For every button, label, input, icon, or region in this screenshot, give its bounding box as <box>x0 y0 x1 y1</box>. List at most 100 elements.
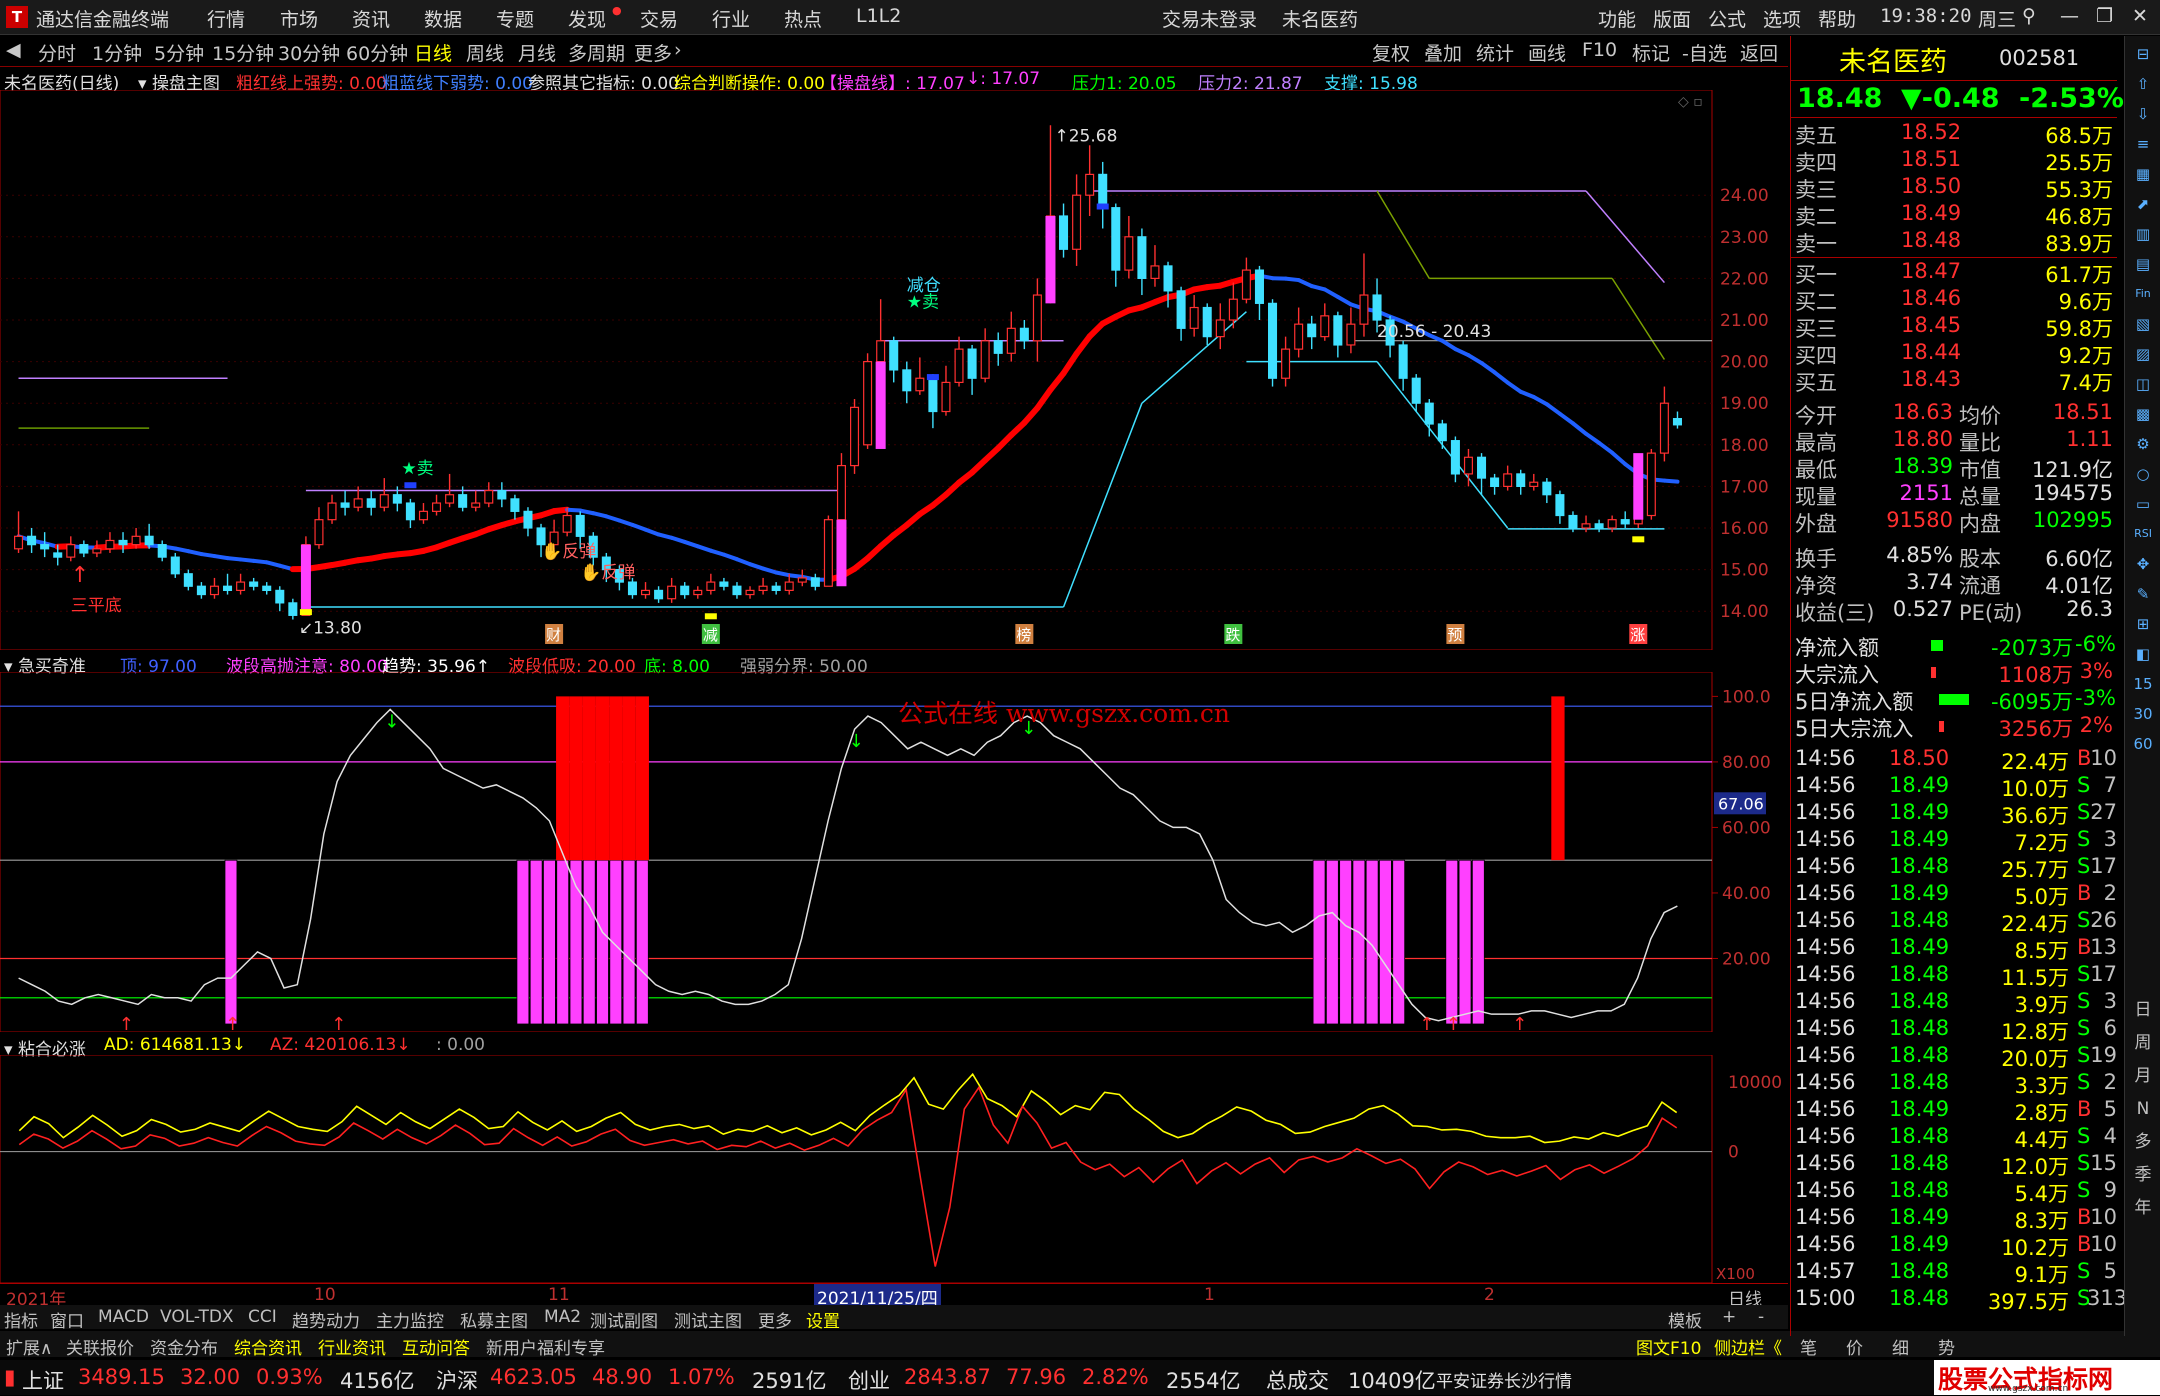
period-more[interactable]: 更多 <box>634 39 672 66</box>
period-weekly[interactable]: 周线 <box>466 39 504 66</box>
index-hs-name[interactable]: 沪深 <box>436 1365 478 1395</box>
btn-fanhui[interactable]: 返回 <box>1740 39 1778 66</box>
left-arrow-icon[interactable]: ◀ <box>6 39 21 61</box>
tab-guanlian[interactable]: 关联报价 <box>66 1334 134 1359</box>
btn-diejia[interactable]: 叠加 <box>1424 39 1462 66</box>
tab-xinyonghu[interactable]: 新用户福利专享 <box>486 1334 605 1359</box>
btn-muban[interactable]: 模板 <box>1668 1307 1702 1332</box>
rect-icon[interactable]: ▭ <box>2131 492 2155 516</box>
chevron-right-icon[interactable]: › <box>674 39 682 61</box>
index-sh-name[interactable]: 上证 <box>22 1365 64 1395</box>
menu-gongshi[interactable]: 公式 <box>1708 5 1746 32</box>
tab-xi[interactable]: 细 <box>1892 1334 1909 1359</box>
menu-shichang[interactable]: 市场 <box>280 5 318 32</box>
menu-xuanxiang[interactable]: 选项 <box>1763 5 1801 32</box>
login-status[interactable]: 交易未登录 <box>1162 5 1257 32</box>
tab-qushi[interactable]: 趋势动力 <box>292 1307 360 1332</box>
tab-ceshi-zhu[interactable]: 测试主图 <box>674 1307 742 1332</box>
tab-zonghe[interactable]: 综合资讯 <box>234 1334 302 1359</box>
side-period-tab[interactable]: N <box>2131 1097 2155 1121</box>
indicator1-chart[interactable]: 100.080.0060.0040.0020.00↑↑↑↑↑↑↓↓↓公式在线 w… <box>0 672 1790 1032</box>
period-fenshi[interactable]: 分时 <box>38 39 76 66</box>
settings-icon[interactable]: ⚙ <box>2131 432 2155 456</box>
tab-hudong[interactable]: 互动问答 <box>402 1334 470 1359</box>
move-icon[interactable]: ✥ <box>2131 552 2155 576</box>
pen-icon[interactable]: ✎ <box>2131 582 2155 606</box>
btn-fuquan[interactable]: 复权 <box>1372 39 1410 66</box>
down-icon[interactable]: ⇩ <box>2131 102 2155 126</box>
period-60min[interactable]: 60分钟 <box>346 39 408 66</box>
list-icon[interactable]: ≡ <box>2131 132 2155 156</box>
tab-ma2[interactable]: MA2 <box>544 1307 581 1327</box>
tab-zhibiao[interactable]: 指标 <box>4 1307 38 1332</box>
side-period-tab[interactable]: 年 <box>2131 1196 2155 1220</box>
tab-vol-tdx[interactable]: VOL-TDX <box>160 1307 234 1327</box>
side-period-tab[interactable]: 周 <box>2131 1031 2155 1055</box>
menu-zhuanti[interactable]: 专题 <box>496 5 534 32</box>
btn-plus[interactable]: + <box>1722 1307 1736 1327</box>
btn-biaoji[interactable]: 标记 <box>1632 39 1670 66</box>
period-1min[interactable]: 1分钟 <box>92 39 142 66</box>
tab-ceshi-fu[interactable]: 测试副图 <box>590 1307 658 1332</box>
period-15-icon[interactable]: 15 <box>2131 672 2155 696</box>
candlestick-chart[interactable]: 24.0023.0022.0021.0020.0019.0018.0017.00… <box>0 90 1790 650</box>
tab-shi[interactable]: 势 <box>1938 1334 1955 1359</box>
grid-icon[interactable]: ▦ <box>2131 162 2155 186</box>
side-period-tab[interactable]: 月 <box>2131 1064 2155 1088</box>
period-30-icon[interactable]: 30 <box>2131 702 2155 726</box>
indicator2-chart[interactable]: 100000X100 <box>0 1055 1790 1283</box>
menu-bangzhu[interactable]: 帮助 <box>1818 5 1856 32</box>
split-icon[interactable]: ◧ <box>2131 642 2155 666</box>
tab-macd[interactable]: MACD <box>98 1307 149 1327</box>
btn-huaxian[interactable]: 画线 <box>1528 39 1566 66</box>
menu-shuju[interactable]: 数据 <box>424 5 462 32</box>
tab-bi[interactable]: 笔 <box>1800 1334 1817 1359</box>
circle-icon[interactable]: ○ <box>2131 462 2155 486</box>
btn-tongji[interactable]: 统计 <box>1476 39 1514 66</box>
tab-chuangkou[interactable]: 窗口 <box>50 1307 84 1332</box>
tab-simu[interactable]: 私募主图 <box>460 1307 528 1332</box>
table-icon[interactable]: ▤ <box>2131 252 2155 276</box>
bars-icon[interactable]: ▥ <box>2131 222 2155 246</box>
btn-tuwen-f10[interactable]: 图文F10 <box>1636 1334 1701 1359</box>
layout-icon[interactable]: ▩ <box>2131 402 2155 426</box>
menu-hangye[interactable]: 行业 <box>712 5 750 32</box>
tab-jia[interactable]: 价 <box>1846 1334 1863 1359</box>
menu-jiaoyi[interactable]: 交易 <box>640 5 678 32</box>
period-monthly[interactable]: 月线 <box>518 39 556 66</box>
menu-gongneng[interactable]: 功能 <box>1598 5 1636 32</box>
btn-zixuan[interactable]: -自选 <box>1682 39 1727 66</box>
side-period-tab[interactable]: 季 <box>2131 1163 2155 1187</box>
period-30min[interactable]: 30分钟 <box>278 39 340 66</box>
side-period-tab[interactable]: 多 <box>2131 1130 2155 1154</box>
index-cy-name[interactable]: 创业 <box>848 1365 890 1395</box>
finance-icon[interactable]: Fin <box>2131 282 2155 306</box>
menu-redian[interactable]: 热点 <box>784 5 822 32</box>
period-daily[interactable]: 日线 <box>414 39 452 66</box>
period-5min[interactable]: 5分钟 <box>154 39 204 66</box>
menu-zixun[interactable]: 资讯 <box>352 5 390 32</box>
btn-minus[interactable]: - <box>1758 1307 1764 1327</box>
plus-grid-icon[interactable]: ⊞ <box>2131 612 2155 636</box>
btn-f10[interactable]: F10 <box>1582 39 1617 61</box>
collapse-icon[interactable]: ⊟ <box>2131 42 2155 66</box>
side-period-tab[interactable]: 日 <box>2131 998 2155 1022</box>
rsi-icon[interactable]: RSI <box>2131 522 2155 546</box>
search-icon[interactable]: ⚲ <box>2022 5 2036 27</box>
period-15min[interactable]: 15分钟 <box>212 39 274 66</box>
btn-cebianlan[interactable]: 侧边栏《 <box>1714 1334 1782 1359</box>
menu-faxian[interactable]: 发现 <box>568 5 606 32</box>
tab-hangye[interactable]: 行业资讯 <box>318 1334 386 1359</box>
trend-icon[interactable]: ⬈ <box>2131 192 2155 216</box>
period-60-icon[interactable]: 60 <box>2131 732 2155 756</box>
tab-gengduo[interactable]: 更多 <box>758 1307 792 1332</box>
window-icon[interactable]: ◫ <box>2131 372 2155 396</box>
tab-shezhi[interactable]: 设置 <box>806 1307 840 1332</box>
up-icon[interactable]: ⇧ <box>2131 72 2155 96</box>
menu-l1l2[interactable]: L1L2 <box>856 5 901 27</box>
minimize-icon[interactable]: — <box>2060 5 2079 27</box>
tab-cci[interactable]: CCI <box>248 1307 277 1327</box>
tab-zhuli[interactable]: 主力监控 <box>376 1307 444 1332</box>
btn-kuozhan[interactable]: 扩展∧ <box>6 1334 52 1359</box>
menu-banmian[interactable]: 版面 <box>1653 5 1691 32</box>
